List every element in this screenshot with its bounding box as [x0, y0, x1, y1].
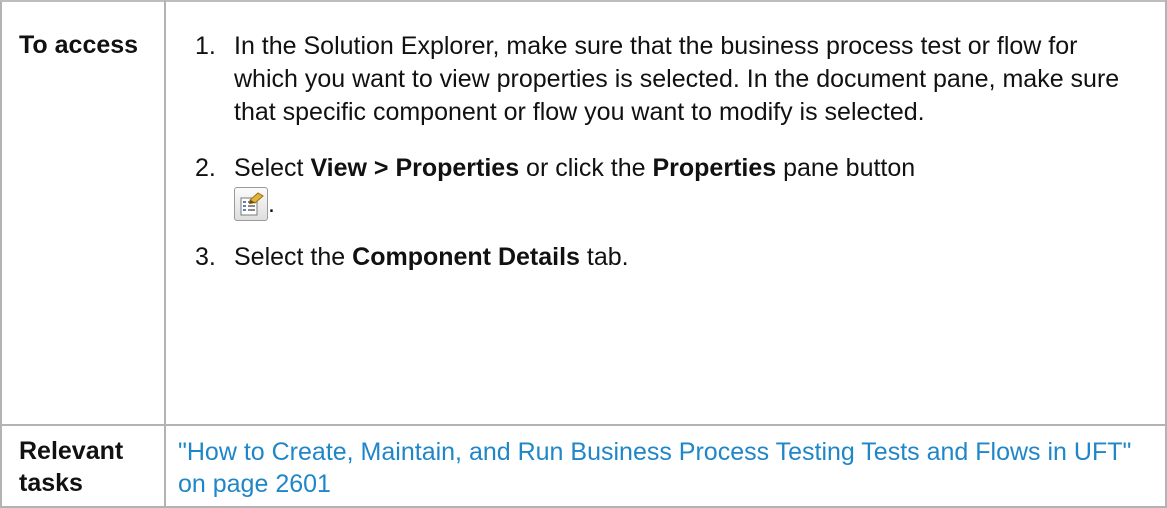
step-3: 3. Select the Component Details tab. — [166, 241, 1145, 274]
step-1-number: 1. — [195, 32, 216, 60]
access-steps-list: 1. In the Solution Explorer, make sure t… — [166, 2, 1165, 274]
to-access-heading: To access — [0, 0, 166, 426]
relevant-tasks-cell: "How to Create, Maintain, and Run Busine… — [164, 424, 1167, 508]
step-2-prefix: Select — [234, 154, 311, 182]
to-access-steps-cell: 1. In the Solution Explorer, make sure t… — [164, 0, 1167, 426]
to-access-row: To access 1. In the Solution Explorer, m… — [0, 0, 1167, 426]
relevant-tasks-heading: Relevant tasks — [0, 424, 166, 508]
view-properties-command: View > Properties — [310, 154, 520, 182]
step-2-middle: or click the — [519, 154, 653, 182]
step-2-end: . — [268, 190, 275, 218]
step-3-number: 3. — [195, 243, 216, 271]
component-details-tab-label: Component Details — [352, 243, 580, 271]
step-2-number: 2. — [195, 154, 216, 182]
relevant-task-link[interactable]: "How to Create, Maintain, and Run Busine… — [166, 426, 1165, 500]
relevant-tasks-row: Relevant tasks "How to Create, Maintain,… — [0, 424, 1167, 508]
step-3-suffix: tab. — [579, 243, 629, 271]
properties-label: Properties — [652, 154, 777, 182]
step-3-prefix: Select the — [234, 243, 353, 271]
step-2-suffix: pane button — [776, 154, 916, 182]
step-2: 2. Select View > Properties or click the… — [166, 152, 1145, 221]
step-1-text: In the Solution Explorer, make sure that… — [234, 32, 1120, 126]
properties-info-table: To access 1. In the Solution Explorer, m… — [0, 0, 1167, 508]
step-1: 1. In the Solution Explorer, make sure t… — [166, 30, 1145, 129]
properties-pane-icon — [234, 187, 268, 221]
